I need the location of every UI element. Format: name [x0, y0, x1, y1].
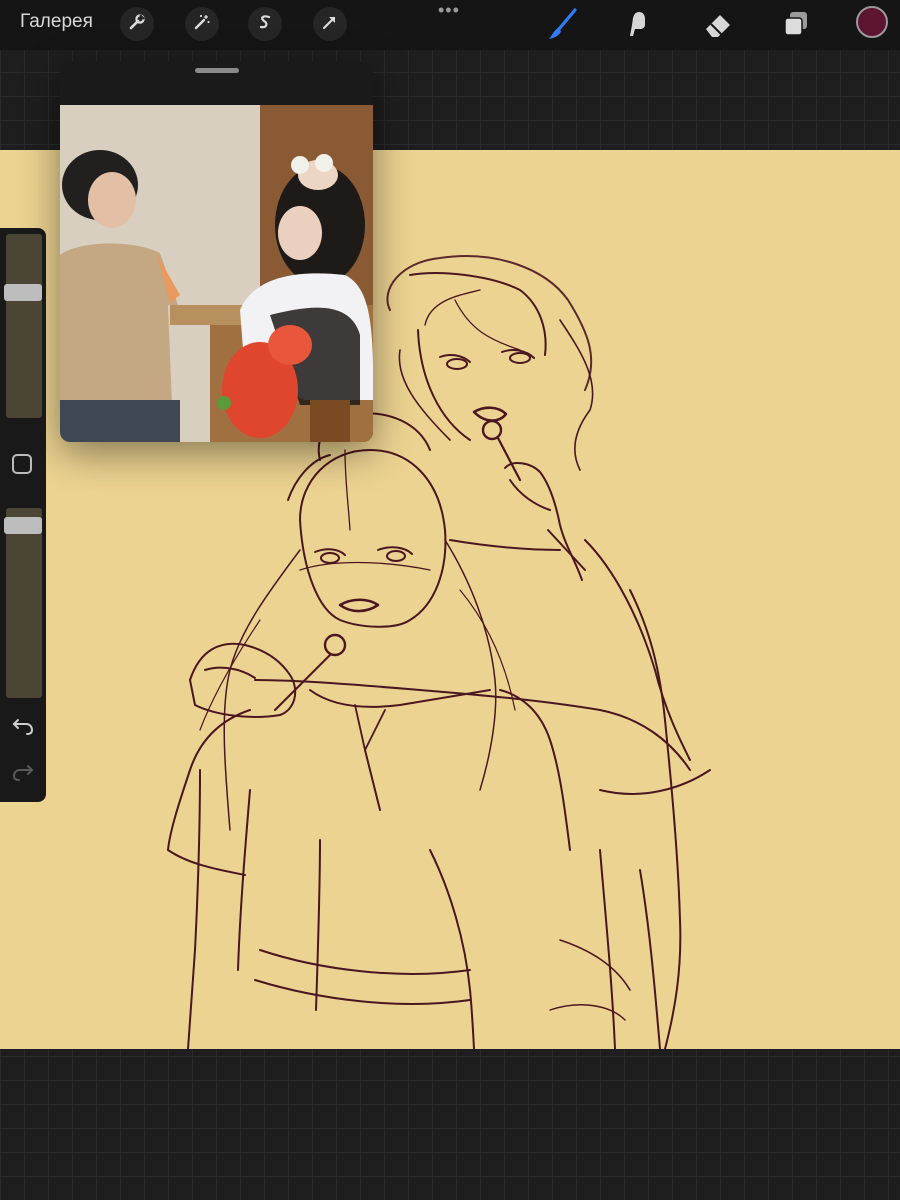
brush-opacity-slider[interactable] [4, 508, 42, 698]
wrench-icon [128, 13, 146, 36]
brush-tool-button[interactable] [545, 7, 581, 46]
reference-window[interactable] [60, 62, 373, 442]
square-modifier-icon[interactable] [12, 454, 32, 474]
brush-sidebar [0, 228, 46, 802]
drag-handle[interactable] [195, 68, 239, 73]
brush-size-knob[interactable] [4, 284, 42, 301]
brush-icon [546, 7, 580, 46]
brush-opacity-knob[interactable] [4, 517, 42, 534]
layers-icon [781, 9, 811, 44]
color-picker-swatch[interactable] [856, 6, 888, 38]
redo-icon [11, 762, 35, 787]
selection-button[interactable] [248, 7, 282, 41]
layers-button[interactable] [778, 8, 814, 44]
actions-button[interactable] [120, 7, 154, 41]
redo-button[interactable] [9, 762, 37, 786]
transform-button[interactable] [313, 7, 347, 41]
undo-button[interactable] [9, 716, 37, 740]
eraser-tool-button[interactable] [700, 8, 736, 44]
gallery-button[interactable]: Галерея [20, 11, 93, 33]
top-toolbar: Галерея ••• [0, 0, 900, 50]
reference-photo [60, 105, 373, 442]
eraser-icon [702, 9, 734, 44]
transform-arrow-icon [321, 13, 339, 36]
brush-size-slider[interactable] [4, 234, 42, 418]
more-options-dots[interactable]: ••• [438, 0, 460, 21]
magic-wand-icon [193, 13, 211, 36]
selection-s-icon [256, 13, 274, 36]
smudge-icon [624, 9, 654, 44]
smudge-tool-button[interactable] [621, 8, 657, 44]
undo-icon [11, 716, 35, 741]
adjustments-button[interactable] [185, 7, 219, 41]
